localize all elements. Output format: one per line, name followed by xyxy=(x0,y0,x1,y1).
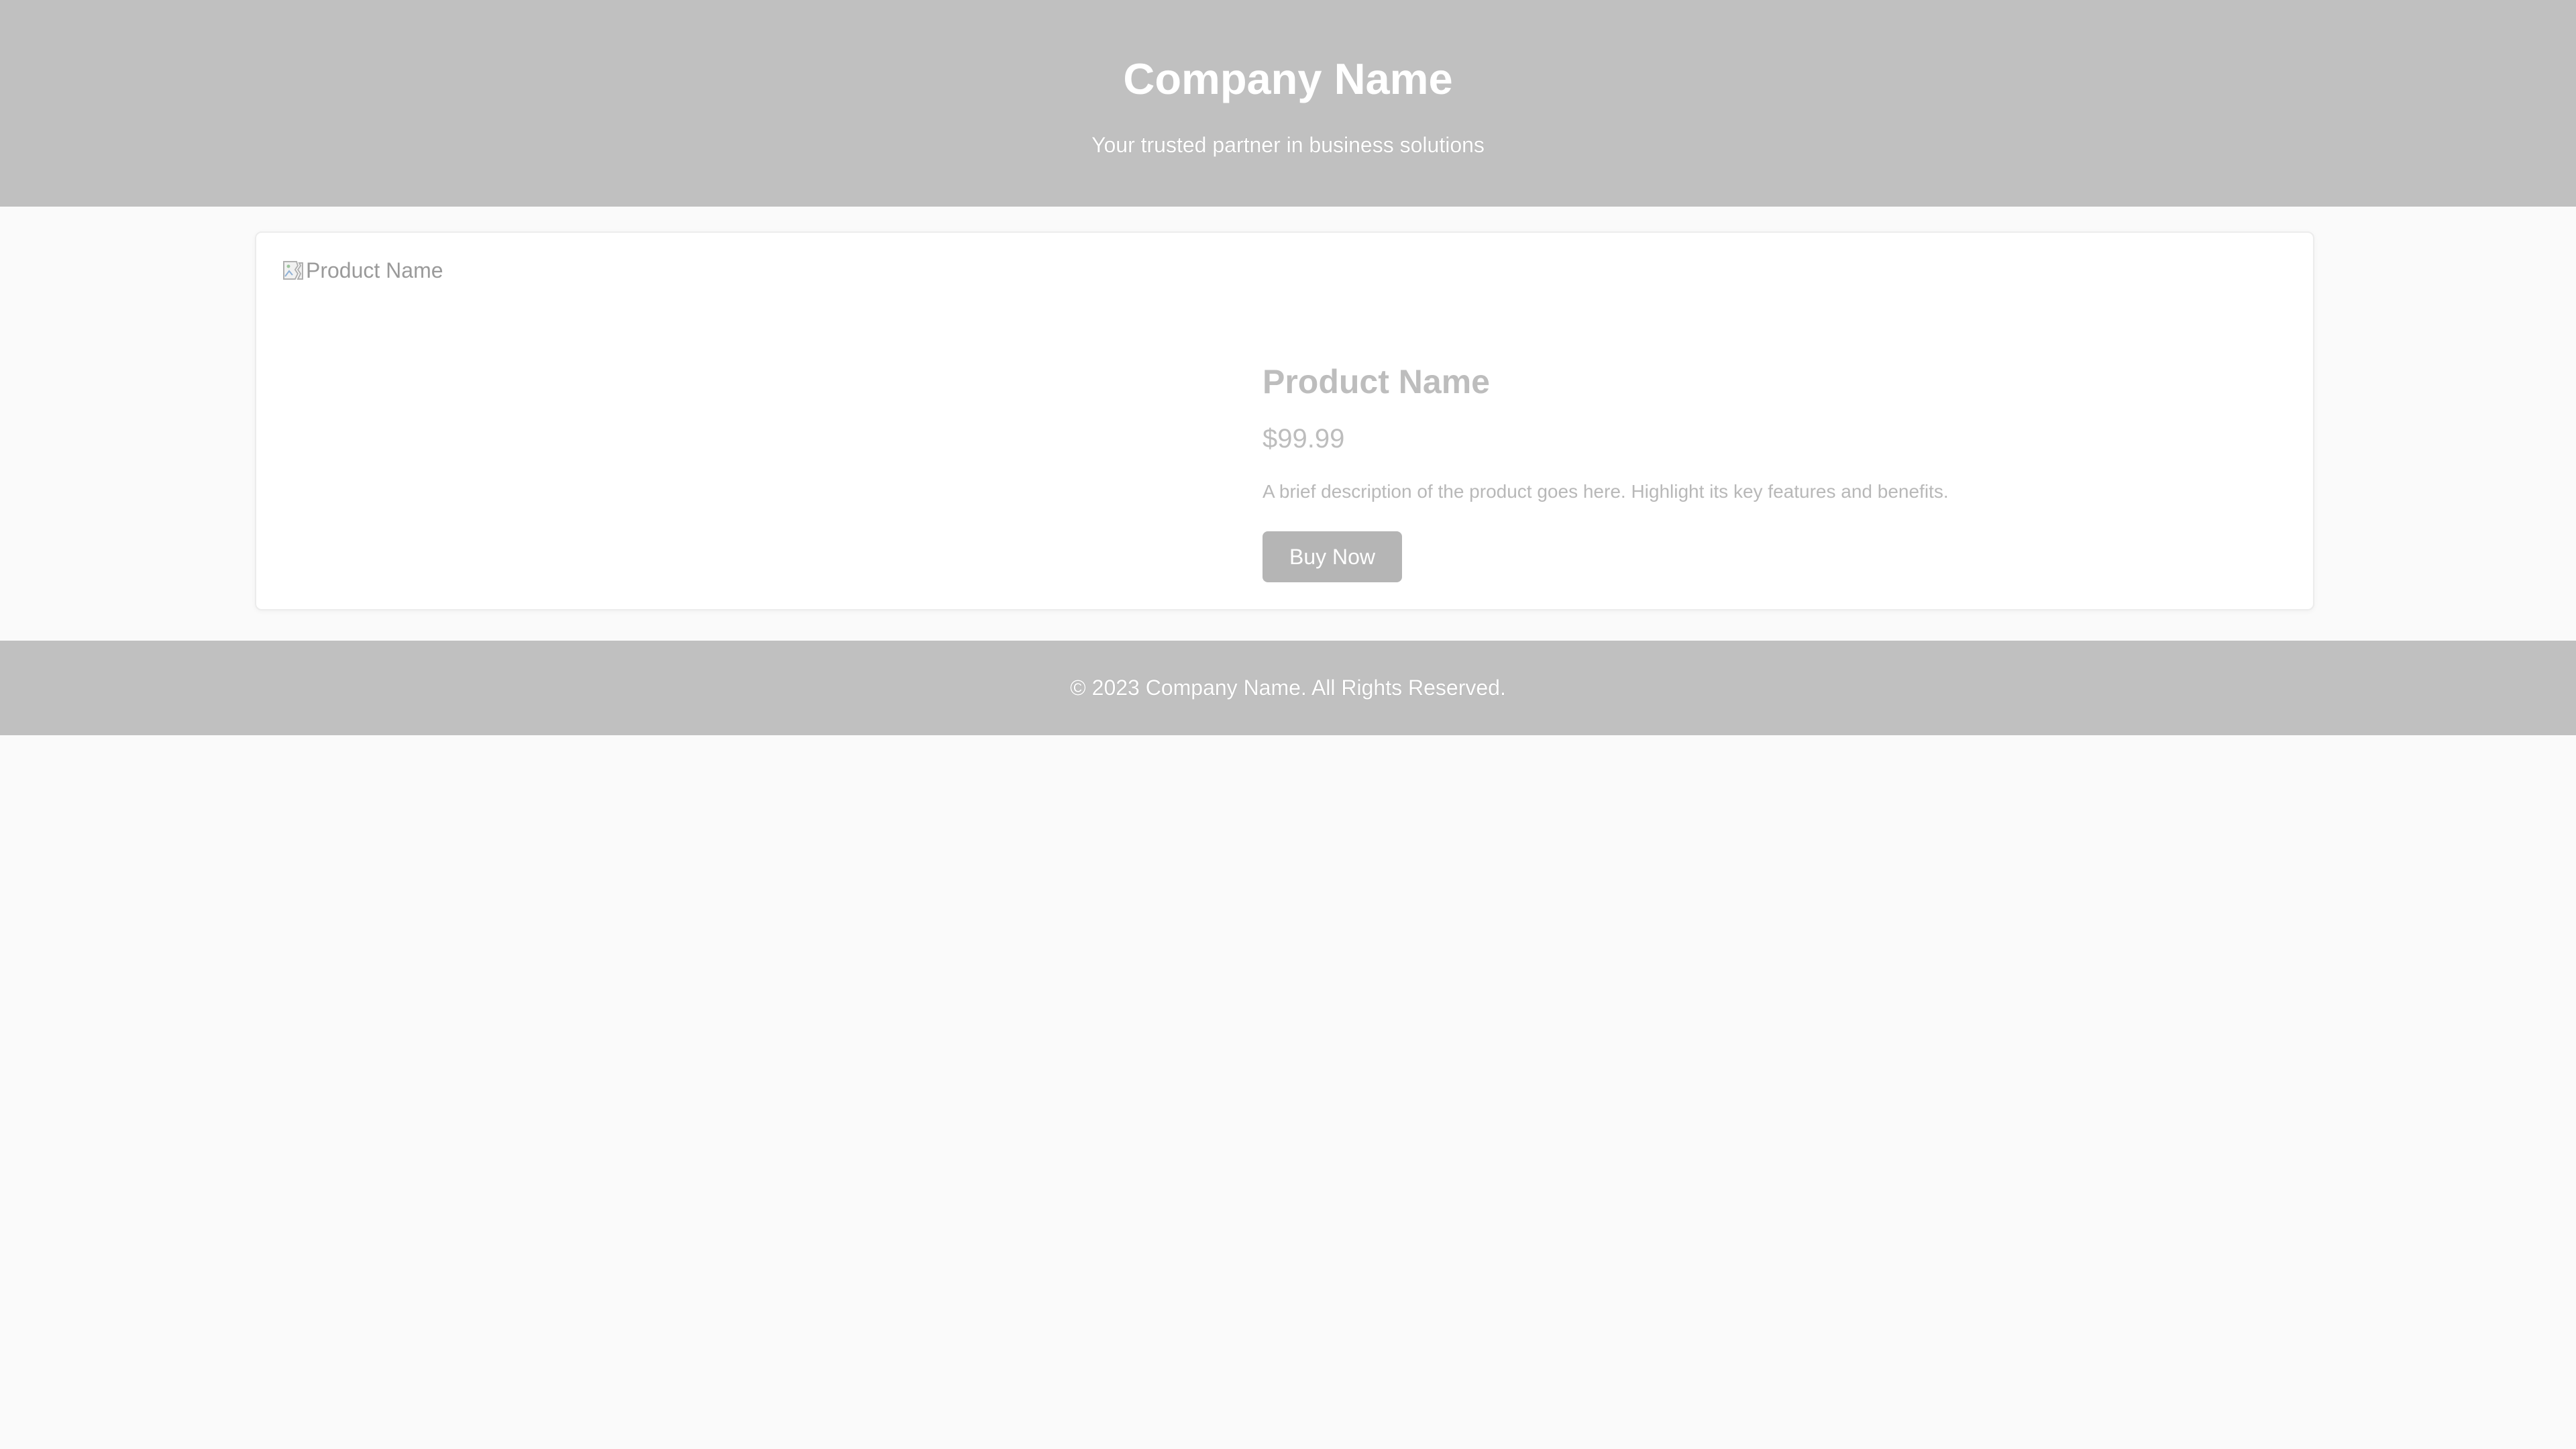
site-footer: © 2023 Company Name. All Rights Reserved… xyxy=(0,641,2576,735)
product-description: A brief description of the product goes … xyxy=(1263,481,1949,502)
copyright-text: © 2023 Company Name. All Rights Reserved… xyxy=(1070,676,1506,700)
company-title: Company Name xyxy=(1123,54,1453,103)
site-header: Company Name Your trusted partner in bus… xyxy=(0,0,2576,207)
company-tagline: Your trusted partner in business solutio… xyxy=(1091,133,1485,157)
product-info: Product Name $99.99 A brief description … xyxy=(1263,360,1949,582)
product-image-alt-text: Product Name xyxy=(306,258,443,282)
product-image: Product Name xyxy=(282,257,443,284)
product-card: Product Name Product Name $99.99 A brief… xyxy=(255,231,2314,610)
product-name: Product Name xyxy=(1263,363,1490,400)
broken-image-icon xyxy=(282,259,305,282)
product-price: $99.99 xyxy=(1263,424,1345,453)
buy-now-button[interactable]: Buy Now xyxy=(1263,531,1402,582)
